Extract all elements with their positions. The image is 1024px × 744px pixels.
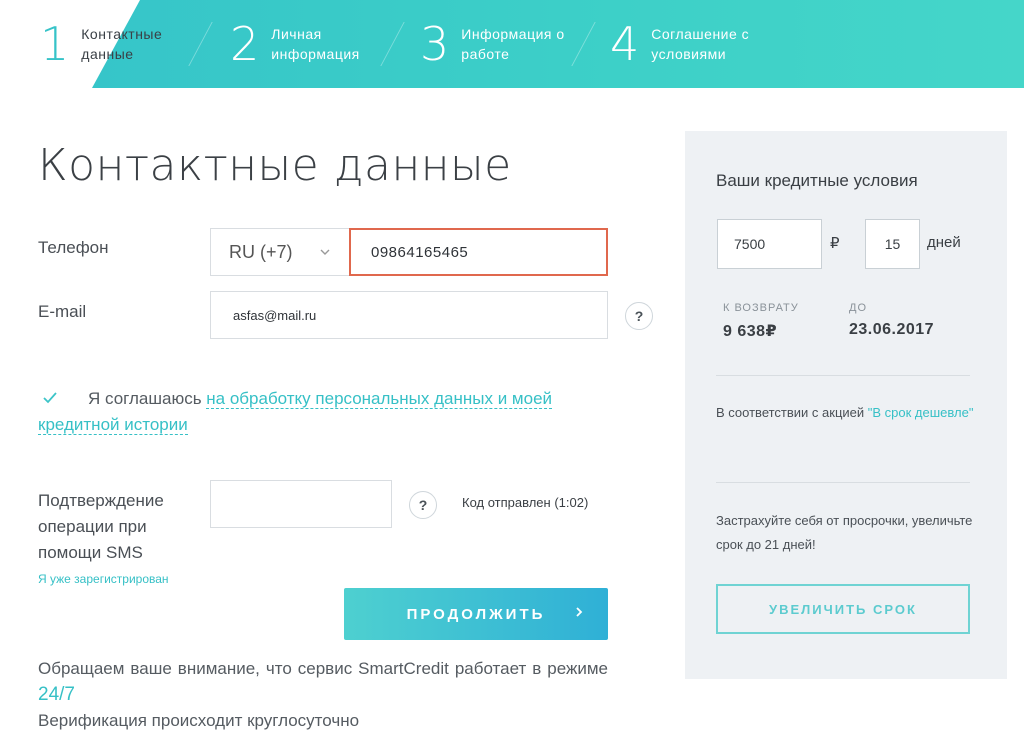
step-2[interactable]: 2 Личная информация [230,0,381,88]
country-code-select[interactable]: RU (+7) [210,228,350,276]
step-label: Информация о работе [461,26,565,62]
sms-code-input[interactable] [210,480,392,528]
loan-days-value: 15 [884,236,901,252]
sms-label: Подтверждение операции при помощи SMS [38,491,164,562]
chevron-down-icon [319,245,331,261]
code-sent-status: Код отправлен (1:02) [462,495,589,510]
continue-button-label: ПРОДОЛЖИТЬ [406,605,546,623]
step-number: 4 [610,17,640,71]
step-label: Контактные данные [81,26,163,62]
credit-conditions-panel: Ваши кредитные условия 7500 ₽ 15 дней К … [685,131,1007,679]
progress-stepper: 1 Контактные данные 2 Личная информация … [0,0,1024,88]
promo-text: В соответствии с акцией "В срок дешевле" [716,401,974,425]
divider [716,375,970,376]
country-code-value: RU (+7) [229,241,293,262]
already-registered-link[interactable]: Я уже зарегистрирован [38,572,169,586]
consent-text: Я соглашаюсь на обработку персональных д… [38,386,598,438]
email-help-icon[interactable]: ? [625,302,653,330]
step-label: Личная информация [271,26,360,62]
currency-label: ₽ [830,235,840,252]
notice-text: Обращаем ваше внимание, что сервис Smart… [38,659,608,678]
step-label: Соглашение с условиями [651,26,750,62]
loan-amount-input[interactable]: 7500 [717,219,822,269]
continue-button[interactable]: ПРОДОЛЖИТЬ [344,588,608,640]
phone-label: Телефон [38,238,109,257]
step-divider [380,22,405,66]
step-number: 1 [40,17,70,71]
return-caption: К ВОЗВРАТУ [723,302,799,314]
step-3[interactable]: 3 Информация о работе [420,0,571,88]
insurance-text: Застрахуйте себя от просрочки, увеличьте… [716,513,973,552]
step-1[interactable]: 1 Контактные данные [40,0,191,88]
days-label: дней [927,234,961,251]
extend-term-button[interactable]: УВЕЛИЧИТЬ СРОК [716,584,970,634]
phone-value: 09864165465 [371,243,469,261]
promo-link[interactable]: "В срок дешевле" [868,405,974,420]
step-number: 3 [420,17,450,71]
notice-text-2: Верификация происходит круглосуточно [38,711,360,730]
sms-help-icon[interactable]: ? [409,491,437,519]
step-divider [188,22,213,66]
chevron-right-icon [574,605,584,623]
step-4[interactable]: 4 Соглашение с условиями [610,0,761,88]
page-title: Контактные данные [38,140,512,191]
phone-input[interactable]: 09864165465 [349,228,608,276]
email-value: asfas@mail.ru [233,307,317,323]
loan-amount-value: 7500 [734,236,766,252]
notice-highlight: 24/7 [38,684,75,705]
email-input[interactable]: asfas@mail.ru [210,291,608,339]
service-notice: Обращаем ваше внимание, что сервис Smart… [38,656,608,734]
loan-days-input[interactable]: 15 [865,219,920,269]
promo-label: В соответствии с акцией [716,405,868,420]
step-number: 2 [230,17,260,71]
step-divider [571,22,596,66]
return-value: 9 638₽ [723,323,778,340]
consent-label: Я соглашаюсь [88,389,207,408]
until-value: 23.06.2017 [849,321,935,338]
divider [716,482,970,483]
until-caption: ДО [849,302,868,314]
credit-conditions-title: Ваши кредитные условия [716,171,918,190]
email-label: E-mail [38,302,87,321]
